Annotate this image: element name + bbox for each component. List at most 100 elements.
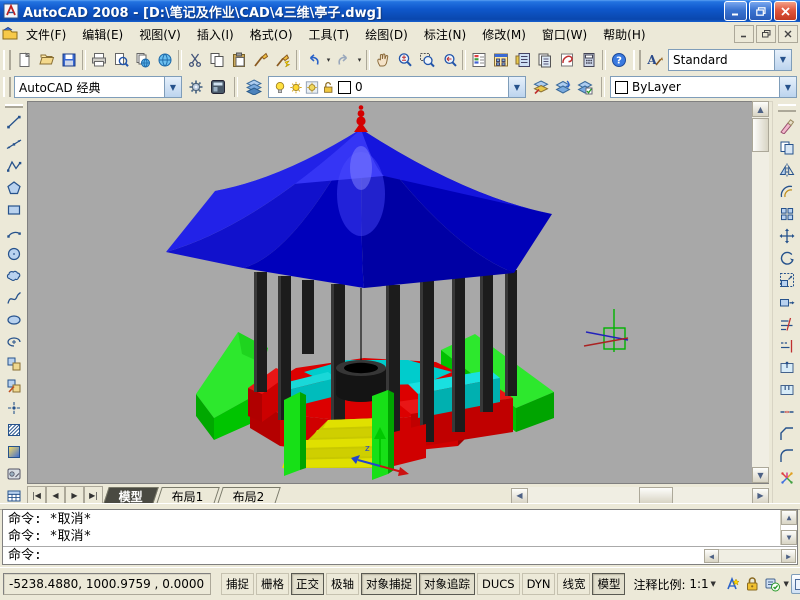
open-button[interactable] — [36, 49, 58, 71]
zoom-window-button[interactable] — [416, 49, 438, 71]
break-at-point-button[interactable] — [776, 357, 798, 379]
menu-window[interactable]: 窗口(W) — [534, 24, 595, 45]
zoom-realtime-button[interactable] — [394, 49, 416, 71]
toolbar-grip[interactable] — [778, 104, 796, 112]
workspace-settings-button[interactable] — [185, 76, 207, 98]
stretch-button[interactable] — [776, 291, 798, 313]
toolbar-lock-button[interactable] — [762, 574, 782, 594]
rotate-button[interactable] — [776, 247, 798, 269]
polyline-button[interactable] — [3, 155, 25, 177]
hatch-button[interactable] — [3, 419, 25, 441]
trim-button[interactable] — [776, 313, 798, 335]
scroll-thumb[interactable] — [752, 118, 769, 152]
polar-toggle[interactable]: 极轴 — [326, 573, 359, 595]
menu-format[interactable]: 格式(O) — [242, 24, 301, 45]
model-paper-toggle[interactable]: 模型 — [592, 573, 625, 595]
command-input[interactable]: 命令: — [3, 546, 797, 564]
combo-arrow-icon[interactable]: ▼ — [779, 77, 796, 97]
gradient-button[interactable] — [3, 441, 25, 463]
properties-button[interactable] — [468, 49, 490, 71]
menu-insert[interactable]: 插入(I) — [189, 24, 242, 45]
scroll-track[interactable] — [719, 549, 781, 563]
canvas-horizontal-scrollbar[interactable]: ◀ ▶ — [511, 487, 769, 504]
clean-screen-button[interactable] — [791, 574, 800, 594]
layer-combo[interactable]: 0 ▼ — [268, 76, 526, 98]
polygon-button[interactable] — [3, 177, 25, 199]
scroll-up-button[interactable]: ▲ — [781, 510, 797, 525]
grid-toggle[interactable]: 栅格 — [256, 573, 289, 595]
tab-last-button[interactable]: ▶| — [84, 486, 103, 504]
publish-to-web-button[interactable] — [154, 49, 176, 71]
menu-dimension[interactable]: 标注(N) — [416, 24, 474, 45]
undo-dropdown-arrow[interactable]: ▾ — [324, 56, 333, 64]
chamfer-button[interactable] — [776, 423, 798, 445]
menu-help[interactable]: 帮助(H) — [595, 24, 653, 45]
tab-first-button[interactable]: |◀ — [27, 486, 46, 504]
plot-button[interactable] — [88, 49, 110, 71]
fillet-button[interactable] — [776, 445, 798, 467]
ducs-toggle[interactable]: DUCS — [477, 573, 520, 595]
annotation-scale-value[interactable]: 1:1 — [689, 577, 708, 591]
mdi-restore-button[interactable] — [756, 25, 776, 43]
undo-button[interactable] — [302, 49, 324, 71]
snap-toggle[interactable]: 捕捉 — [221, 573, 254, 595]
sun-thaw-icon[interactable] — [289, 80, 303, 95]
drawing-canvas[interactable]: z — [27, 101, 753, 484]
menu-file[interactable]: 文件(F) — [18, 24, 74, 45]
scroll-down-button[interactable]: ▼ — [781, 530, 797, 545]
tab-model[interactable]: 模型 — [103, 487, 159, 504]
markup-set-manager-button[interactable] — [556, 49, 578, 71]
toolbar-grip[interactable] — [3, 50, 11, 70]
cut-button[interactable] — [184, 49, 206, 71]
tab-next-button[interactable]: ▶ — [65, 486, 84, 504]
ellipse-arc-button[interactable] — [3, 331, 25, 353]
annotation-visibility-button[interactable] — [722, 574, 742, 594]
match-properties-button[interactable] — [250, 49, 272, 71]
command-vertical-scrollbar[interactable]: ▲ ▼ — [780, 510, 797, 545]
menu-modify[interactable]: 修改(M) — [474, 24, 534, 45]
circle-button[interactable] — [3, 243, 25, 265]
mirror-button[interactable] — [776, 159, 798, 181]
tab-prev-button[interactable]: ◀ — [46, 486, 65, 504]
toolbar-grip[interactable] — [5, 104, 23, 108]
pan-realtime-button[interactable] — [372, 49, 394, 71]
mdi-minimize-button[interactable] — [734, 25, 754, 43]
osnap-toggle[interactable]: 对象捕捉 — [361, 573, 417, 595]
quickcalc-button[interactable] — [578, 49, 600, 71]
save-button[interactable] — [58, 49, 80, 71]
color-combo[interactable]: ByLayer ▼ — [610, 76, 797, 98]
rectangle-button[interactable] — [3, 199, 25, 221]
close-button[interactable] — [774, 1, 797, 21]
erase-button[interactable] — [776, 115, 798, 137]
publish-button[interactable] — [132, 49, 154, 71]
command-horizontal-scrollbar[interactable]: ◀ ▶ — [704, 549, 796, 563]
text-style-combo[interactable]: Standard ▼ — [668, 49, 792, 71]
revision-cloud-button[interactable] — [3, 265, 25, 287]
offset-button[interactable] — [776, 181, 798, 203]
ellipse-button[interactable] — [3, 309, 25, 331]
explode-button[interactable] — [776, 467, 798, 489]
status-menu-arrow[interactable]: ▼ — [782, 580, 791, 588]
redo-button[interactable] — [333, 49, 355, 71]
dyn-toggle[interactable]: DYN — [522, 573, 556, 595]
sun-viewport-icon[interactable] — [305, 80, 319, 95]
block-editor-button[interactable] — [272, 49, 294, 71]
text-style-button[interactable]: A — [644, 49, 666, 71]
scroll-up-button[interactable]: ▲ — [752, 101, 769, 117]
scroll-right-button[interactable]: ▶ — [752, 488, 769, 504]
scroll-left-button[interactable]: ◀ — [704, 549, 719, 563]
command-history[interactable]: 命令: *取消* 命令: *取消* — [3, 510, 781, 547]
annotation-scale-arrow[interactable]: ▼ — [709, 580, 718, 588]
scroll-down-button[interactable]: ▼ — [752, 467, 769, 483]
extend-button[interactable] — [776, 335, 798, 357]
paste-button[interactable] — [228, 49, 250, 71]
make-block-button[interactable] — [3, 375, 25, 397]
tab-layout1[interactable]: 布局1 — [156, 487, 219, 504]
layer-properties-manager-button[interactable] — [243, 76, 265, 98]
region-button[interactable] — [3, 463, 25, 485]
array-button[interactable] — [776, 203, 798, 225]
sheet-set-manager-button[interactable] — [534, 49, 556, 71]
toolbar-grip[interactable] — [633, 50, 641, 70]
menu-tools[interactable]: 工具(T) — [301, 24, 358, 45]
toolbar-grip[interactable] — [3, 77, 11, 97]
